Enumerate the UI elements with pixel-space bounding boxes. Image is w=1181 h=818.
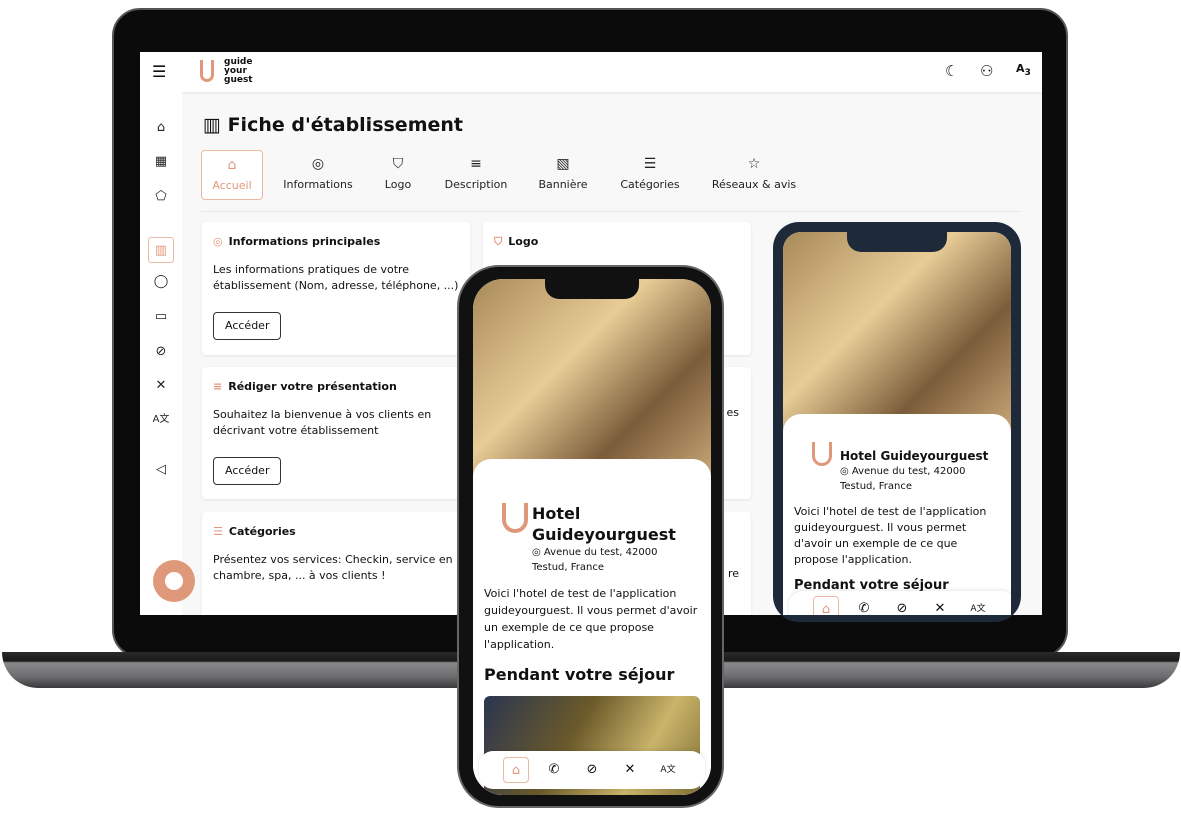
moon-icon[interactable]: ☾	[945, 62, 958, 80]
divider	[201, 211, 1021, 212]
restaurant-icon[interactable]: ✕	[617, 757, 643, 783]
hotel-photo	[783, 232, 1011, 432]
phone-icon[interactable]: ✆	[851, 596, 877, 615]
card-presentation: ≡ Rédiger votre présentation Souhaitez la…	[202, 367, 470, 499]
hotel-logo	[502, 503, 528, 533]
translate-icon[interactable]: A3	[1016, 62, 1031, 78]
compass-icon[interactable]: ⊘	[889, 596, 915, 615]
image-icon: ▧	[556, 156, 570, 172]
phone-screen: Hotel Guideyourguest ◎ Avenue du test, 4…	[473, 279, 711, 795]
list-icon: ☰	[643, 156, 657, 172]
collapse-icon[interactable]: ◁	[151, 460, 171, 480]
hotel-card: Hotel Guideyourguest ◎ Avenue du test, 4…	[473, 459, 711, 795]
puzzle-icon[interactable]: ⬠	[151, 187, 171, 207]
user-icon[interactable]: ⚇	[980, 62, 993, 80]
hotel-card: Hotel Guideyourguest ◎ Avenue du test, 4…	[783, 414, 1011, 615]
home-icon[interactable]: ⌂	[151, 118, 171, 138]
hotel-photo	[473, 279, 711, 479]
pin-icon: ◎	[532, 547, 544, 558]
pin-icon: ◎	[840, 466, 852, 477]
top-bar: ☰ guide your guest ☾ ⚇ A3	[140, 52, 1042, 92]
home-icon[interactable]: ⌂	[503, 757, 529, 783]
access-button[interactable]: Accéder	[213, 312, 282, 340]
star-icon: ☆	[747, 156, 761, 172]
notch	[847, 232, 947, 252]
phone-icon[interactable]: ✆	[541, 757, 567, 783]
whatsapp-icon[interactable]: ◯	[151, 272, 171, 292]
notch	[545, 279, 639, 299]
text-icon: ≡	[213, 380, 223, 393]
list-icon: ☰	[213, 525, 223, 538]
tab-description[interactable]: ≡ Description	[438, 150, 514, 200]
access-button[interactable]: Accéder	[213, 457, 282, 485]
menu-icon[interactable]: ☰	[152, 62, 166, 81]
page-title: ▥ Fiche d'établissement	[203, 114, 463, 136]
tab-informations[interactable]: ◎ Informations	[278, 150, 358, 200]
sidebar: ⌂ ▦ ⬠ ▥ ◯ ▭ ⊘ ✕ A文 ◁	[140, 92, 182, 615]
pin-icon: ◎	[213, 235, 223, 248]
text-icon: ≡	[470, 156, 482, 172]
tab-reseaux[interactable]: ☆ Réseaux & avis	[706, 150, 802, 200]
qr-icon[interactable]: ▦	[151, 152, 171, 172]
phone-mockup: Hotel Guideyourguest ◎ Avenue du test, 4…	[457, 265, 724, 808]
tab-logo[interactable]: ⛉ Logo	[376, 150, 420, 200]
card-informations: ◎ Informations principales Les informatio…	[202, 222, 470, 355]
translate-icon[interactable]: A文	[655, 757, 681, 783]
bottom-nav: ⌂ ✆ ⊘ ✕ A文	[789, 591, 1011, 615]
shield-icon: ⛉	[392, 156, 404, 172]
home-icon[interactable]: ⌂	[813, 596, 839, 615]
shield-icon: ⛉	[494, 235, 503, 248]
translate-icon[interactable]: A文	[965, 596, 991, 615]
home-icon: ⌂	[227, 157, 237, 173]
tablet-mockup: Hotel Guideyourguest ◎ Avenue du test, 4…	[773, 222, 1021, 622]
restaurant-icon[interactable]: ✕	[927, 596, 953, 615]
tab-categories[interactable]: ☰ Catégories	[614, 150, 686, 200]
cast-icon[interactable]: ▭	[151, 307, 171, 327]
hotel-logo	[812, 442, 832, 466]
building-icon: ▥	[203, 114, 228, 136]
logo-text: guide your guest	[224, 57, 253, 85]
logo-icon	[200, 60, 214, 82]
tab-banniere[interactable]: ▧ Bannière	[532, 150, 594, 200]
card-categories: ☰ Catégories Présentez vos services: Chec…	[202, 512, 470, 615]
pin-icon: ◎	[311, 156, 325, 172]
bottom-nav: ⌂ ✆ ⊘ ✕ A文	[479, 751, 705, 789]
building-icon[interactable]: ▥	[148, 237, 174, 263]
tablet-screen: Hotel Guideyourguest ◎ Avenue du test, 4…	[783, 232, 1011, 615]
restaurant-icon[interactable]: ✕	[151, 376, 171, 396]
compass-icon[interactable]: ⊘	[579, 757, 605, 783]
tab-accueil[interactable]: ⌂ Accueil	[201, 150, 263, 200]
chat-button[interactable]	[153, 560, 195, 602]
translate-icon[interactable]: A文	[151, 410, 171, 430]
compass-icon[interactable]: ⊘	[151, 342, 171, 362]
